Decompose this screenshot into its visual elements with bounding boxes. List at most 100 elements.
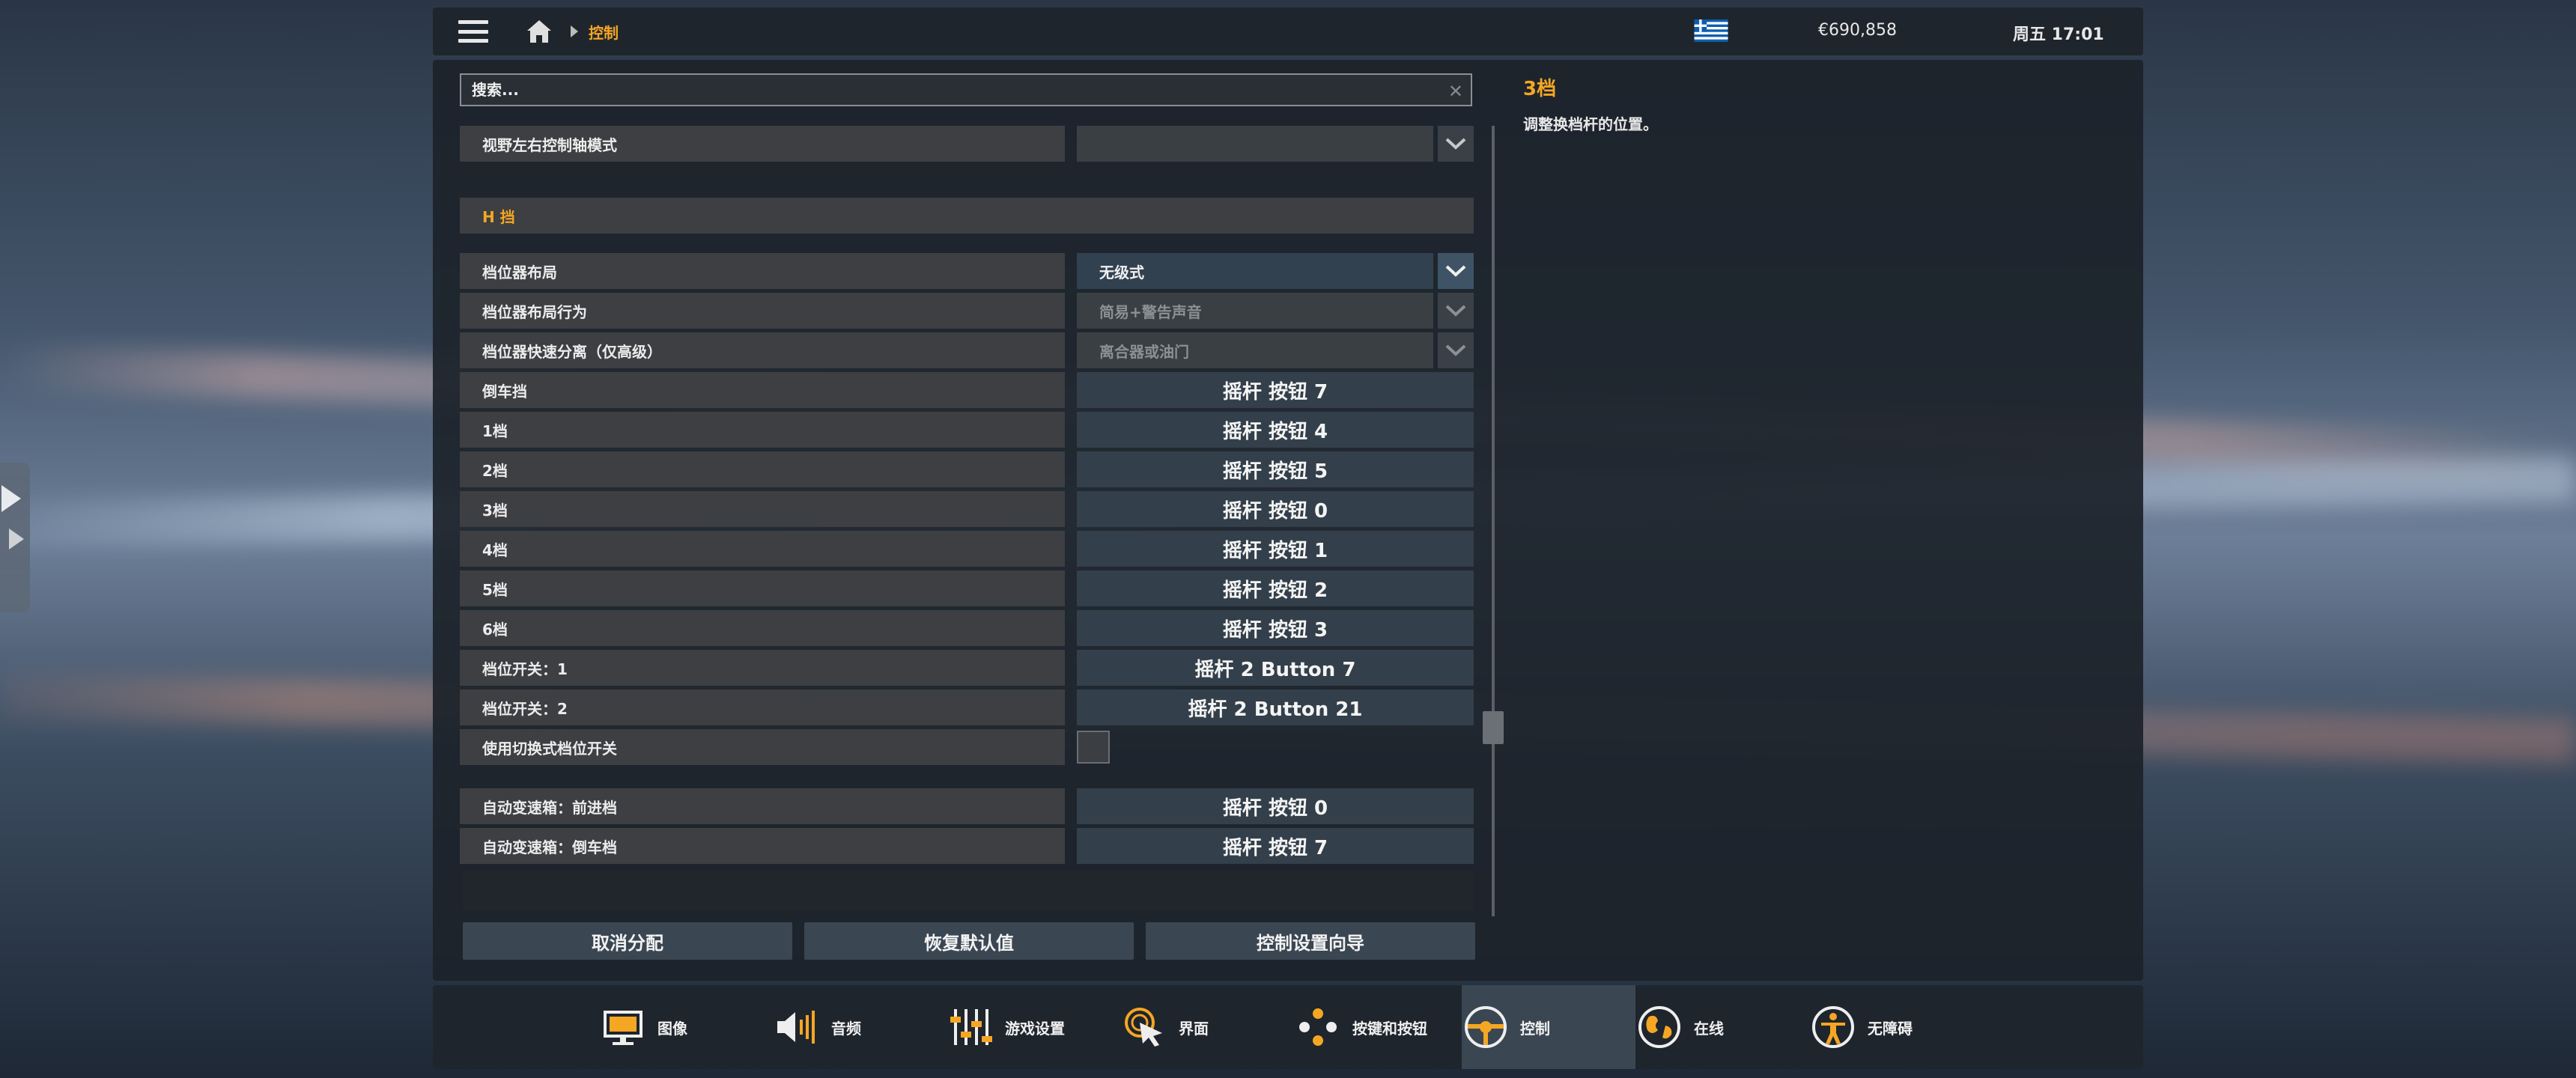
cursor-icon [1120, 1003, 1168, 1051]
nav-item-controls[interactable]: 控制 [1462, 985, 1635, 1069]
nav-label: 音频 [831, 1019, 861, 1038]
scrollbar-track[interactable] [1492, 126, 1495, 916]
nav-label: 界面 [1179, 1019, 1209, 1038]
binding-row: 自动变速箱：倒车档 摇杆 按钮 7 [460, 828, 1474, 864]
chevron-down-icon[interactable] [1438, 253, 1474, 289]
binding-button[interactable]: 摇杆 按钮 7 [1077, 372, 1474, 408]
nav-label: 游戏设置 [1005, 1019, 1065, 1038]
setting-label: 3档 [460, 491, 1065, 527]
top-bar: 控制 €690,858 周五 17:01 [433, 7, 2143, 55]
binding-button[interactable]: 摇杆 按钮 4 [1077, 412, 1474, 448]
menu-icon[interactable] [458, 16, 488, 46]
setting-row: 档位器快速分离（仅高级） 离合器或油门 [460, 332, 1474, 368]
binding-row: 档位开关：2 摇杆 2 Button 21 [460, 689, 1474, 725]
setting-label: 4档 [460, 531, 1065, 567]
setting-label: 倒车挡 [460, 372, 1065, 408]
help-text: 调整换档杆的位置。 [1523, 115, 1658, 133]
status-strip [463, 870, 1474, 910]
setting-dropdown: 简易+警告声音 [1077, 293, 1433, 329]
setting-label: 档位器快速分离（仅高级） [460, 332, 1065, 368]
nav-item-interface[interactable]: 界面 [1120, 985, 1294, 1069]
help-title: 3档 [1523, 78, 1557, 100]
nav-label: 无障碍 [1868, 1019, 1913, 1038]
setting-label: 1档 [460, 412, 1065, 448]
setting-dropdown[interactable]: 无级式 [1077, 253, 1433, 289]
setting-label: 档位器布局行为 [460, 293, 1065, 329]
controls-wizard-button[interactable]: 控制设置向导 [1146, 922, 1475, 960]
binding-button[interactable]: 摇杆 按钮 0 [1077, 788, 1474, 824]
setting-label: 档位开关：2 [460, 689, 1065, 725]
unassign-button[interactable]: 取消分配 [463, 922, 792, 960]
setting-row: 视野左右控制轴模式 [460, 126, 1474, 162]
home-icon[interactable] [526, 18, 553, 45]
search-input[interactable] [472, 81, 1430, 99]
nav-item-keys-buttons[interactable]: 按键和按钮 [1294, 985, 1468, 1069]
nav-item-graphics[interactable]: 图像 [599, 985, 773, 1069]
section-header-h-shifter: H 挡 [460, 198, 1474, 234]
cursor-arrow-icon [1, 485, 21, 512]
money-balance: €690,858 [1818, 21, 1897, 40]
nav-label: 控制 [1520, 1019, 1550, 1038]
buttons-icon [1294, 1003, 1342, 1051]
binding-button[interactable]: 摇杆 2 Button 21 [1077, 689, 1474, 725]
setting-label: 2档 [460, 451, 1065, 487]
setting-label: 档位器布局 [460, 253, 1065, 289]
monitor-icon [599, 1003, 647, 1051]
breadcrumb-separator-icon [571, 25, 578, 37]
nav-label: 按键和按钮 [1352, 1019, 1427, 1038]
toggle-shifter-checkbox[interactable] [1077, 731, 1110, 764]
nav-label: 在线 [1694, 1019, 1724, 1038]
side-panel-toggle[interactable] [0, 463, 30, 612]
setting-label: 5档 [460, 570, 1065, 606]
binding-button[interactable]: 摇杆 按钮 2 [1077, 570, 1474, 606]
checkbox-row: 使用切换式档位开关 [460, 729, 1474, 765]
binding-button[interactable]: 摇杆 按钮 1 [1077, 531, 1474, 567]
settings-nav: 图像 音频 游戏设置 界面 按键和按钮 控制 在线 无障碍 [433, 985, 2143, 1069]
speaker-icon [773, 1003, 821, 1051]
game-clock: 周五 17:01 [2013, 25, 2104, 44]
setting-label: 自动变速箱：前进档 [460, 788, 1065, 824]
binding-button[interactable]: 摇杆 按钮 5 [1077, 451, 1474, 487]
close-icon[interactable]: ✕ [1448, 81, 1463, 102]
chevron-down-icon [1438, 332, 1474, 368]
expand-arrow-icon [9, 529, 24, 549]
setting-row: 档位器布局行为 简易+警告声音 [460, 293, 1474, 329]
setting-label: 使用切换式档位开关 [460, 729, 1065, 765]
controls-panel: ✕ 视野左右控制轴模式 H 挡 档位器布局 无级式 档位器布局行为 简易+警告声… [433, 60, 2143, 981]
accessibility-icon [1809, 1003, 1857, 1051]
chevron-down-icon [1438, 293, 1474, 329]
scrollbar-thumb[interactable] [1483, 711, 1504, 744]
steering-wheel-icon [1462, 1003, 1510, 1051]
binding-row: 6档 摇杆 按钮 3 [460, 610, 1474, 646]
greece-flag-icon [1692, 19, 1730, 42]
setting-dropdown[interactable] [1077, 126, 1433, 162]
nav-item-gameplay[interactable]: 游戏设置 [947, 985, 1120, 1069]
nav-item-accessibility[interactable]: 无障碍 [1809, 985, 1983, 1069]
setting-label: 档位开关：1 [460, 650, 1065, 686]
search-box[interactable]: ✕ [460, 73, 1472, 106]
breadcrumb[interactable]: 控制 [589, 21, 619, 43]
binding-row: 2档 摇杆 按钮 5 [460, 451, 1474, 487]
settings-list: 视野左右控制轴模式 H 挡 档位器布局 无级式 档位器布局行为 简易+警告声音 … [460, 126, 1474, 916]
binding-row: 3档 摇杆 按钮 0 [460, 491, 1474, 527]
nav-item-audio[interactable]: 音频 [773, 985, 947, 1069]
binding-row: 4档 摇杆 按钮 1 [460, 531, 1474, 567]
sliders-icon [947, 1003, 994, 1051]
restore-defaults-button[interactable]: 恢复默认值 [804, 922, 1134, 960]
nav-label: 图像 [657, 1019, 687, 1038]
chevron-down-icon[interactable] [1438, 126, 1474, 162]
binding-row: 倒车挡 摇杆 按钮 7 [460, 372, 1474, 408]
binding-button[interactable]: 摇杆 2 Button 7 [1077, 650, 1474, 686]
binding-row: 档位开关：1 摇杆 2 Button 7 [460, 650, 1474, 686]
setting-label: 视野左右控制轴模式 [460, 126, 1065, 162]
binding-button[interactable]: 摇杆 按钮 0 [1077, 491, 1474, 527]
nav-item-online[interactable]: 在线 [1635, 985, 1809, 1069]
setting-dropdown: 离合器或油门 [1077, 332, 1433, 368]
setting-row: 档位器布局 无级式 [460, 253, 1474, 289]
binding-button[interactable]: 摇杆 按钮 7 [1077, 828, 1474, 864]
binding-row: 1档 摇杆 按钮 4 [460, 412, 1474, 448]
binding-row: 自动变速箱：前进档 摇杆 按钮 0 [460, 788, 1474, 824]
binding-button[interactable]: 摇杆 按钮 3 [1077, 610, 1474, 646]
binding-row: 5档 摇杆 按钮 2 [460, 570, 1474, 606]
setting-label: 6档 [460, 610, 1065, 646]
